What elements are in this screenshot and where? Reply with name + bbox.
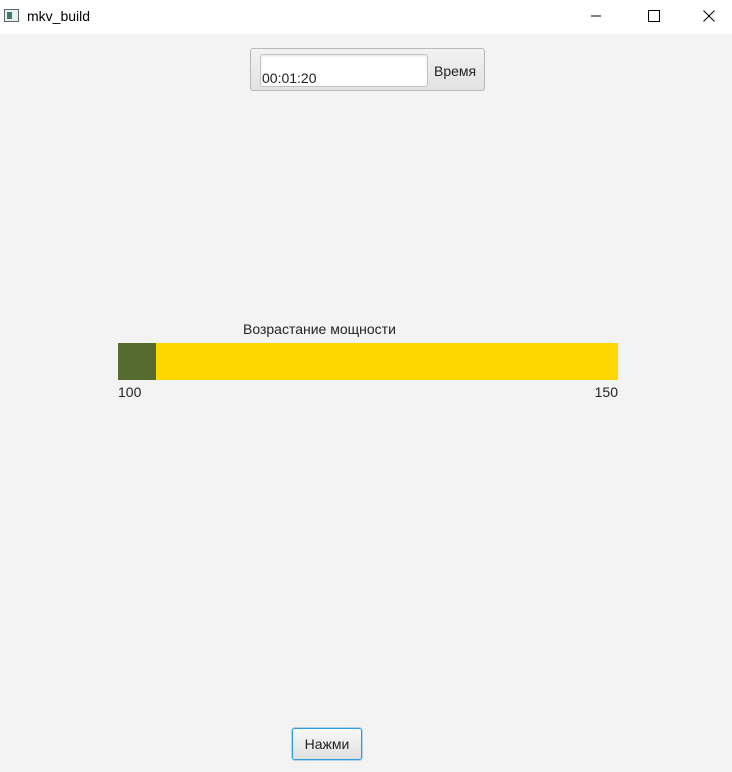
time-panel: Время: [250, 48, 485, 91]
minimize-button[interactable]: [573, 0, 619, 32]
title-bar[interactable]: mkv_build: [0, 0, 732, 34]
app-window-icon: [4, 9, 19, 22]
power-gauge-min-label: 100: [118, 384, 142, 400]
maximize-button[interactable]: [631, 0, 677, 32]
time-label: Время: [434, 63, 477, 79]
power-gauge-track: [118, 343, 618, 380]
close-button[interactable]: [686, 0, 732, 32]
window-title: mkv_build: [27, 8, 91, 24]
power-gauge-fill: [118, 343, 156, 380]
press-button[interactable]: Нажми: [292, 728, 362, 760]
close-icon: [703, 10, 715, 22]
minimize-icon: [591, 15, 601, 17]
power-gauge-max-label: 150: [594, 384, 618, 400]
power-gauge-title: Возрастание мощности: [243, 321, 396, 337]
time-input[interactable]: [260, 54, 428, 87]
maximize-icon: [648, 10, 660, 22]
app-window: mkv_build Время Возрастание мощности 100…: [0, 0, 732, 772]
